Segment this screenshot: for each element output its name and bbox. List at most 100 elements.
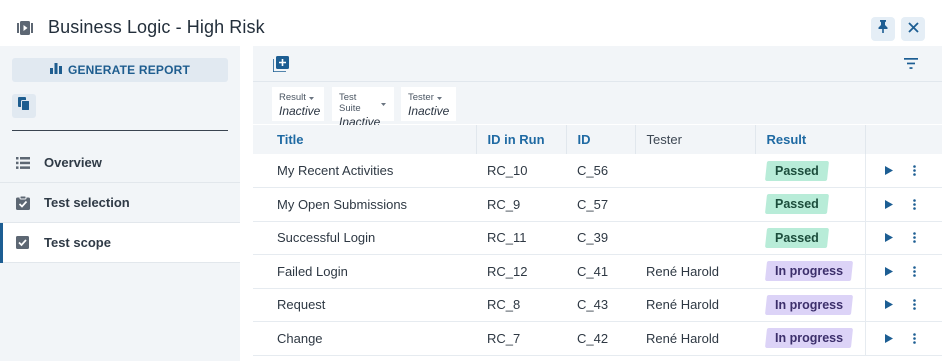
filter-chip-value: Inactive	[408, 104, 450, 118]
table-row[interactable]: Successful Login RC_11 C_39 Passed	[253, 221, 942, 255]
more-vertical-icon[interactable]	[912, 165, 916, 176]
clipboard-check-icon	[16, 195, 30, 215]
table-row[interactable]: Failed Login RC_12 C_41 René Harold In p…	[253, 254, 942, 289]
table-row[interactable]: Change RC_7 C_42 René Harold In progress	[253, 321, 942, 356]
filter-bar: Result Inactive Test Suite Inactive Test…	[253, 82, 942, 129]
column-header-title[interactable]: Title	[253, 125, 477, 154]
cell-id-in-run: RC_10	[476, 154, 566, 188]
cell-tester: René Harold	[635, 288, 755, 322]
cell-id: C_57	[566, 187, 635, 222]
test-table: Title ID in Run ID Tester Result My Rece…	[253, 125, 942, 356]
column-header-result[interactable]: Result	[755, 125, 866, 154]
column-header-actions	[865, 125, 942, 154]
cell-id-in-run: RC_12	[476, 254, 566, 289]
video-icon	[17, 21, 33, 40]
toolbar	[253, 46, 942, 82]
column-header-id-in-run[interactable]: ID in Run	[476, 125, 567, 154]
cell-result: In progress	[755, 254, 866, 289]
cell-tester	[635, 187, 755, 222]
cell-actions	[865, 321, 942, 356]
cell-tester	[635, 154, 755, 188]
more-vertical-icon[interactable]	[912, 332, 916, 344]
sidebar-item-label: Test scope	[44, 235, 111, 250]
list-icon	[16, 156, 30, 174]
filter-chip-value: Inactive	[279, 104, 321, 118]
page-title: Business Logic - High Risk	[48, 17, 265, 37]
status-badge: In progress	[764, 294, 854, 315]
cell-result: Passed	[755, 187, 866, 222]
table-row[interactable]: My Recent Activities RC_10 C_56 Passed	[253, 154, 942, 188]
close-button[interactable]	[901, 17, 925, 41]
status-badge: Passed	[764, 160, 829, 181]
table-row[interactable]: Request RC_8 C_43 René Harold In progres…	[253, 288, 942, 322]
cell-result: Passed	[755, 154, 866, 188]
cell-id: C_56	[566, 154, 635, 188]
play-icon[interactable]	[884, 333, 893, 343]
filter-chip-key: Test Suite	[339, 92, 361, 114]
cell-actions	[865, 154, 942, 188]
cell-result: In progress	[755, 288, 866, 322]
cell-id-in-run: RC_11	[476, 221, 566, 255]
cell-title: My Recent Activities	[253, 154, 476, 188]
chevron-down-icon	[308, 92, 314, 103]
more-vertical-icon[interactable]	[912, 299, 916, 311]
close-icon	[907, 20, 919, 38]
add-icon[interactable]	[272, 56, 291, 74]
table-header-row: Title ID in Run ID Tester Result	[253, 125, 942, 154]
window-header: Business Logic - High Risk	[0, 0, 942, 46]
filter-chip-test-suite[interactable]: Test Suite Inactive	[332, 87, 394, 129]
pin-icon	[877, 20, 889, 38]
play-icon[interactable]	[884, 300, 893, 310]
column-header-id[interactable]: ID	[566, 125, 636, 154]
play-icon[interactable]	[884, 199, 893, 209]
column-header-tester[interactable]: Tester	[635, 125, 756, 154]
cell-actions	[865, 288, 942, 322]
more-vertical-icon[interactable]	[912, 198, 916, 210]
pin-button[interactable]	[871, 17, 895, 41]
filter-chip-key: Tester	[408, 92, 434, 103]
filter-chip-tester[interactable]: Tester Inactive	[401, 87, 456, 121]
play-icon[interactable]	[884, 233, 893, 243]
chevron-down-icon	[436, 92, 442, 103]
cell-title: Change	[253, 321, 476, 356]
filter-chip-result[interactable]: Result Inactive	[272, 87, 324, 121]
filter-chip-key: Result	[279, 92, 306, 103]
cell-id: C_42	[566, 321, 635, 356]
status-badge: In progress	[764, 328, 854, 349]
sidebar-item-test-scope[interactable]: Test scope	[0, 223, 240, 263]
cell-id: C_39	[566, 221, 635, 255]
sidebar-item-overview[interactable]: Overview	[0, 143, 240, 183]
cell-actions	[865, 254, 942, 289]
copy-button[interactable]	[12, 94, 36, 118]
cell-tester: René Harold	[635, 254, 755, 289]
play-icon[interactable]	[884, 166, 893, 175]
generate-report-label: GENERATE REPORT	[67, 63, 191, 77]
cell-title: Failed Login	[253, 254, 476, 289]
cell-actions	[865, 221, 942, 255]
status-badge: Passed	[764, 194, 829, 215]
main-panel: Result Inactive Test Suite Inactive Test…	[253, 46, 942, 361]
cell-tester	[635, 221, 755, 255]
generate-report-button[interactable]: GENERATE REPORT	[12, 58, 228, 82]
cell-id: C_43	[566, 288, 635, 322]
cell-result: In progress	[755, 321, 866, 356]
cell-actions	[865, 187, 942, 222]
copy-icon	[18, 96, 30, 116]
checkbox-icon	[16, 236, 29, 254]
filter-icon[interactable]	[904, 56, 922, 74]
sidebar-item-label: Overview	[44, 155, 102, 170]
sidebar-item-test-selection[interactable]: Test selection	[0, 183, 240, 223]
more-vertical-icon[interactable]	[912, 265, 916, 277]
cell-title: Request	[253, 288, 476, 322]
more-vertical-icon[interactable]	[912, 232, 916, 244]
cell-id-in-run: RC_9	[476, 187, 566, 222]
sidebar-item-label: Test selection	[44, 195, 130, 210]
cell-id: C_41	[566, 254, 635, 289]
status-badge: In progress	[764, 261, 854, 282]
table-row[interactable]: My Open Submissions RC_9 C_57 Passed	[253, 187, 942, 222]
chevron-down-icon	[381, 98, 386, 109]
cell-tester: René Harold	[635, 321, 755, 356]
bar-chart-icon	[49, 61, 62, 79]
cell-id-in-run: RC_8	[476, 288, 566, 322]
play-icon[interactable]	[884, 266, 893, 276]
